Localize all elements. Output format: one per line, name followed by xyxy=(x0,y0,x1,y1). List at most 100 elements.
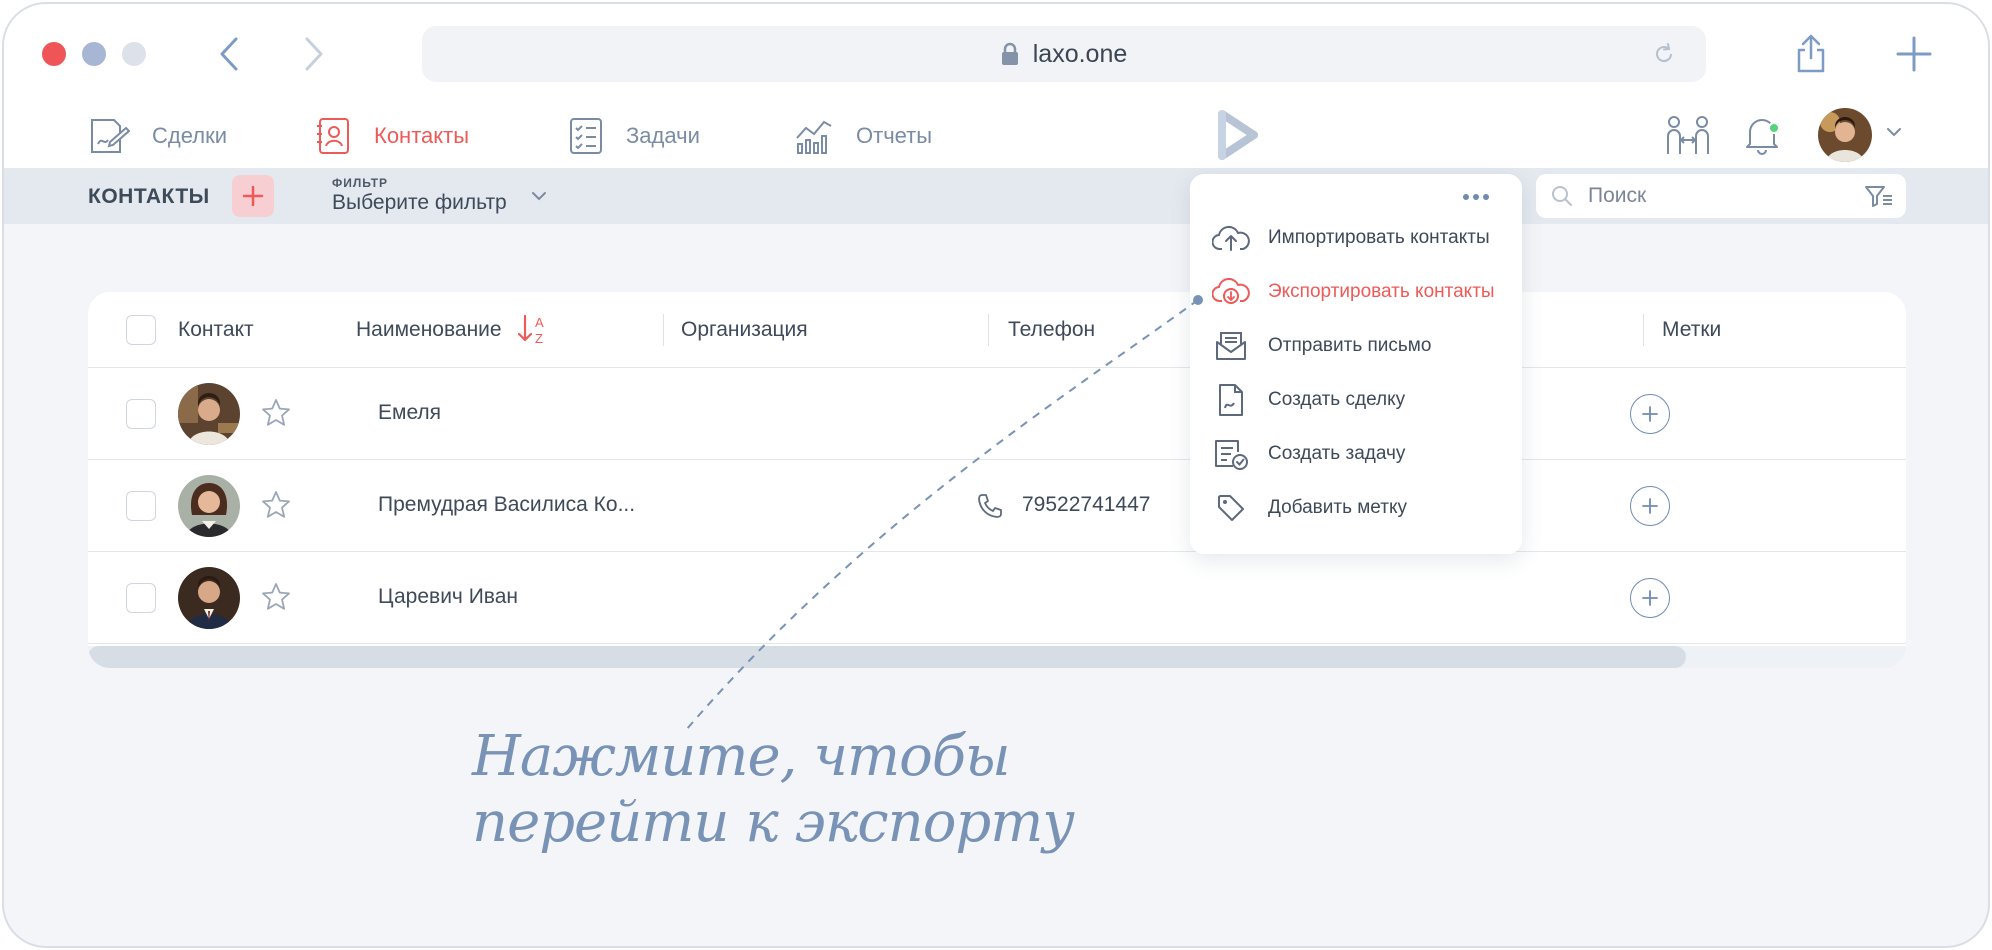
favorite-star-icon[interactable] xyxy=(260,397,292,434)
filter-dropdown-toggle[interactable] xyxy=(528,185,550,212)
menu-item-label: Отправить письмо xyxy=(1268,335,1432,356)
select-all-checkbox[interactable] xyxy=(126,315,156,345)
menu-item-export-contacts[interactable]: Экспортировать контакты xyxy=(1212,272,1495,312)
nav-label-deals: Сделки xyxy=(152,123,227,148)
row-checkbox[interactable] xyxy=(126,399,156,429)
plus-icon xyxy=(1642,406,1658,422)
nav-item-reports[interactable]: Отчеты xyxy=(794,112,932,160)
row-checkbox[interactable] xyxy=(126,491,156,521)
mail-icon xyxy=(1212,330,1250,362)
menu-item-create-task[interactable]: Создать задачу xyxy=(1212,434,1405,474)
lock-icon xyxy=(1001,42,1019,66)
favorite-star-icon[interactable] xyxy=(260,489,292,526)
more-options-icon[interactable] xyxy=(1462,190,1490,208)
favorite-star-icon[interactable] xyxy=(260,581,292,618)
column-header-tags[interactable]: Метки xyxy=(1662,318,1721,342)
menu-item-add-tag[interactable]: Добавить метку xyxy=(1212,488,1407,528)
column-divider[interactable] xyxy=(663,314,664,346)
deals-icon xyxy=(91,119,130,153)
contact-name[interactable]: Царевич Иван xyxy=(378,585,518,609)
filter-label: ФИЛЬТР xyxy=(332,176,389,190)
phone-icon[interactable] xyxy=(976,492,1004,525)
task-check-icon xyxy=(1212,438,1250,470)
menu-item-label: Экспортировать контакты xyxy=(1268,281,1495,302)
nav-item-deals[interactable]: Сделки xyxy=(86,112,227,160)
deal-document-icon xyxy=(1212,383,1250,417)
search-box xyxy=(1536,174,1906,218)
add-tag-button[interactable] xyxy=(1630,578,1670,618)
minimize-window-button[interactable] xyxy=(82,42,106,66)
browser-chrome: laxo.one xyxy=(4,4,1988,104)
add-tag-button[interactable] xyxy=(1630,394,1670,434)
column-header-contact[interactable]: Контакт xyxy=(178,318,254,342)
sort-az-icon[interactable]: AZ xyxy=(516,312,550,351)
svg-text:A: A xyxy=(535,315,544,330)
table-row[interactable]: Премудрая Василиса Ко... 79522741447 xyxy=(88,460,1906,552)
table-row[interactable]: Емеля xyxy=(88,368,1906,460)
menu-item-label: Создать сделку xyxy=(1268,389,1406,410)
brand-logo[interactable] xyxy=(1212,108,1262,169)
column-header-organization[interactable]: Организация xyxy=(681,318,808,342)
add-contact-button[interactable] xyxy=(232,175,274,217)
nav-item-tasks[interactable]: Задачи xyxy=(568,112,700,160)
nav-label-reports: Отчеты xyxy=(856,123,933,148)
contacts-toolbar: КОНТАКТЫ ФИЛЬТР Выберите фильтр xyxy=(4,168,1988,224)
nav-item-contacts[interactable]: Контакты xyxy=(316,112,469,160)
add-tag-button[interactable] xyxy=(1630,486,1670,526)
filter-icon[interactable] xyxy=(1864,184,1894,213)
svg-text:Z: Z xyxy=(535,331,543,346)
contacts-table: Контакт Наименование AZ Организация Теле… xyxy=(88,292,1906,668)
filter-select[interactable]: Выберите фильтр xyxy=(332,191,507,215)
user-avatar[interactable] xyxy=(1818,108,1872,162)
contact-avatar[interactable] xyxy=(178,475,240,537)
new-tab-button[interactable] xyxy=(1894,34,1934,79)
close-window-button[interactable] xyxy=(42,42,66,66)
menu-item-create-deal[interactable]: Создать сделку xyxy=(1212,380,1405,420)
back-button[interactable] xyxy=(209,34,249,74)
nav-label-tasks: Задачи xyxy=(626,123,700,148)
column-divider[interactable] xyxy=(1643,314,1644,346)
search-input[interactable] xyxy=(1588,182,1838,210)
nav-label-contacts: Контакты xyxy=(374,123,470,148)
notifications-button[interactable] xyxy=(1742,112,1782,161)
account-menu-button[interactable] xyxy=(1884,122,1904,147)
plus-icon xyxy=(1896,36,1932,72)
column-header-phone[interactable]: Телефон xyxy=(1008,318,1095,342)
page-title: КОНТАКТЫ xyxy=(88,185,210,208)
annotation-line-1: Нажмите, чтобы xyxy=(472,724,1011,789)
bell-icon xyxy=(1746,119,1778,155)
reports-icon xyxy=(796,120,832,154)
maximize-window-button[interactable] xyxy=(122,42,146,66)
forward-button[interactable] xyxy=(294,34,334,74)
notification-indicator xyxy=(1768,122,1780,134)
contact-name[interactable]: Премудрая Василиса Ко... xyxy=(378,493,635,517)
contact-avatar[interactable] xyxy=(178,567,240,629)
table-row[interactable]: Царевич Иван xyxy=(88,552,1906,644)
contact-avatar[interactable] xyxy=(178,383,240,445)
menu-item-label: Создать задачу xyxy=(1268,443,1406,464)
column-divider[interactable] xyxy=(988,314,989,346)
share-button[interactable] xyxy=(1794,34,1828,79)
share-icon xyxy=(1797,34,1825,73)
horizontal-scrollbar[interactable] xyxy=(88,646,1686,668)
cloud-download-icon xyxy=(1212,277,1250,307)
plus-icon xyxy=(242,185,264,207)
contacts-icon xyxy=(317,118,349,154)
menu-item-import-contacts[interactable]: Импортировать контакты xyxy=(1212,218,1490,258)
address-bar[interactable]: laxo.one xyxy=(422,26,1706,82)
chevron-down-icon xyxy=(1887,128,1901,137)
contact-name[interactable]: Емеля xyxy=(378,401,441,425)
column-header-name[interactable]: Наименование xyxy=(356,318,502,342)
contact-phone[interactable]: 79522741447 xyxy=(1022,493,1150,517)
team-button[interactable] xyxy=(1664,114,1712,163)
logo-icon xyxy=(1218,110,1258,160)
row-checkbox[interactable] xyxy=(126,583,156,613)
app-top-nav: Сделки Контакты Задачи Отчеты xyxy=(4,104,1988,168)
menu-item-send-email[interactable]: Отправить письмо xyxy=(1212,326,1431,366)
plus-icon xyxy=(1642,590,1658,606)
annotation-hint: Нажмите, чтобы перейти к экспорту xyxy=(472,724,1075,856)
url-text: laxo.one xyxy=(1032,39,1128,68)
reload-icon[interactable] xyxy=(1652,42,1676,71)
team-icon xyxy=(1667,116,1709,154)
table-header: Контакт Наименование AZ Организация Теле… xyxy=(88,292,1906,368)
